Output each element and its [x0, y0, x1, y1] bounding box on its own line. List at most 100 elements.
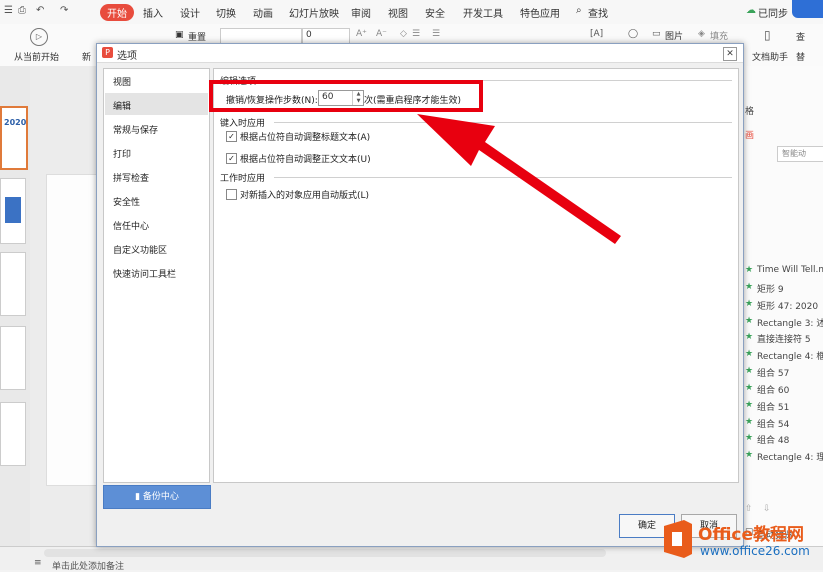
doc-assistant-icon: ▯	[764, 28, 771, 42]
font-grow-icon[interactable]: A⁺	[356, 29, 367, 39]
pane-heading-animation: 画	[745, 131, 755, 141]
tab-insert[interactable]: 插入	[143, 5, 163, 20]
play-from-current-button[interactable]: 从当前开始	[14, 50, 59, 63]
tab-view[interactable]: 视图	[388, 5, 408, 20]
tab-design[interactable]: 设计	[180, 5, 200, 20]
auto-fit-body-checkbox[interactable]: ✓	[226, 153, 237, 164]
picture-button[interactable]: 图片	[665, 29, 683, 42]
animation-star-icon: ★	[745, 366, 754, 376]
tab-animation[interactable]: 动画	[253, 5, 273, 20]
animation-list-item[interactable]: 组合 57	[757, 366, 789, 379]
move-down-icon[interactable]: ⇩	[763, 504, 771, 514]
slide-thumb-year: 2020	[4, 118, 27, 127]
font-size-box[interactable]: 0	[302, 28, 350, 44]
nav-item-view[interactable]: 视图	[113, 75, 131, 88]
cloud-sync-icon: ☁	[746, 5, 756, 16]
slide-thumb-shape	[5, 197, 21, 223]
auto-layout-label: 对新插入的对象应用自动版式(L)	[240, 191, 370, 201]
search-label[interactable]: 查找	[588, 5, 608, 20]
wps-presentation-icon: P	[102, 47, 113, 58]
animation-list-item[interactable]: 组合 54	[757, 417, 789, 430]
nav-item-security[interactable]: 安全性	[113, 195, 140, 208]
slide-thumbnail-panel: 2020	[0, 66, 31, 546]
pane-heading-format: 格	[745, 107, 755, 117]
tab-security[interactable]: 安全	[425, 5, 445, 20]
animation-list-item[interactable]: 组合 51	[757, 400, 789, 413]
animation-list-item[interactable]: 矩形 47: 2020	[757, 299, 818, 312]
picture-icon: ▭	[652, 29, 661, 39]
notes-placeholder[interactable]: 单击此处添加备注	[52, 559, 124, 572]
dialog-title-bar[interactable]: P 选项 ✕	[97, 44, 743, 63]
nav-item-customize-ribbon[interactable]: 自定义功能区	[113, 243, 167, 256]
replace-button[interactable]: 替	[796, 50, 805, 63]
animation-star-icon: ★	[745, 349, 754, 359]
notes-icon: ≡	[34, 558, 42, 568]
animation-list-item[interactable]: 矩形 9	[757, 282, 784, 295]
animation-list-item[interactable]: Time Will Tell.m	[757, 265, 823, 275]
text-box-icon[interactable]: [A]	[590, 29, 603, 39]
slide-thumbnail[interactable]	[0, 178, 26, 244]
smart-animation-label: 智能动	[782, 149, 806, 158]
nav-item-print[interactable]: 打印	[113, 147, 131, 160]
cloud-badge-icon[interactable]	[792, 0, 823, 18]
new-slide-button[interactable]: 新	[82, 50, 91, 63]
options-nav: 视图 编辑 常规与保存 打印 拼写检查 安全性 信任中心 自定义功能区 快速访问…	[103, 68, 210, 483]
animation-list-item[interactable]: 组合 48	[757, 433, 789, 446]
tab-home[interactable]: 开始	[100, 4, 134, 21]
animation-list-item[interactable]: 直接连接符 5	[757, 332, 811, 345]
animation-star-icon: ★	[745, 265, 754, 275]
auto-layout-checkbox[interactable]	[226, 189, 237, 200]
tab-features[interactable]: 特色应用	[520, 5, 560, 20]
nav-item-edit[interactable]: 编辑	[113, 99, 131, 112]
sync-status[interactable]: 已同步	[758, 5, 788, 20]
slide-thumbnail[interactable]: 2020	[0, 106, 28, 170]
nav-item-general-save[interactable]: 常规与保存	[113, 123, 158, 136]
bullet-list-icon[interactable]: ☰	[412, 29, 420, 39]
slide-thumbnail[interactable]	[0, 252, 26, 316]
animation-star-icon: ★	[745, 299, 754, 309]
app-menu-icon[interactable]: ☰	[4, 5, 13, 16]
tab-review[interactable]: 审阅	[351, 5, 371, 20]
tab-developer[interactable]: 开发工具	[463, 5, 503, 20]
smart-animation-button[interactable]: 智能动	[777, 146, 823, 162]
doc-assistant-button[interactable]: 文档助手	[752, 50, 788, 63]
redo-icon[interactable]: ↷	[60, 5, 68, 16]
backup-center-button[interactable]: ▮ 备份中心	[103, 485, 211, 509]
numbered-list-icon[interactable]: ☰	[432, 29, 440, 39]
search-icon[interactable]: ⌕	[576, 5, 582, 16]
animation-star-icon: ★	[745, 282, 754, 292]
animation-star-icon: ★	[745, 383, 754, 393]
slide-thumbnail[interactable]	[0, 402, 26, 466]
animation-list-item[interactable]: Rectangle 3: 述	[757, 316, 823, 329]
fill-icon: ◈	[698, 29, 705, 39]
horizontal-scrollbar[interactable]	[44, 549, 606, 557]
close-icon[interactable]: ✕	[723, 47, 737, 61]
fill-button[interactable]: 填充	[710, 29, 728, 42]
tab-slideshow[interactable]: 幻灯片放映	[289, 5, 339, 20]
backup-center-label: 备份中心	[142, 492, 179, 502]
options-dialog: P 选项 ✕ 视图 编辑 常规与保存 打印 拼写检查 安全性 信任中心 自定义功…	[96, 43, 744, 547]
animation-list-item[interactable]: 组合 60	[757, 383, 789, 396]
nav-item-spellcheck[interactable]: 拼写检查	[113, 171, 149, 184]
clear-format-icon[interactable]: ◇	[400, 29, 407, 39]
print-preview-icon[interactable]: ⎙	[18, 5, 26, 16]
font-name-box[interactable]	[220, 28, 302, 44]
animation-star-icon: ★	[745, 400, 754, 410]
find-button[interactable]: 查	[796, 30, 805, 43]
font-shrink-icon[interactable]: A⁻	[376, 29, 387, 39]
tab-transition[interactable]: 切换	[216, 5, 236, 20]
animation-list-item[interactable]: Rectangle 4: 理	[757, 450, 823, 463]
move-up-icon[interactable]: ⇧	[745, 504, 753, 514]
slide-thumbnail[interactable]	[0, 326, 26, 390]
font-size-value: 0	[306, 30, 312, 40]
shape-icon[interactable]: ◯	[628, 29, 638, 39]
undo-icon[interactable]: ↶	[36, 5, 44, 16]
nav-item-trust-center[interactable]: 信任中心	[113, 219, 149, 232]
watermark-brand: Office教程网	[698, 525, 805, 545]
ribbon-tab-bar: ☰ ⎙ ↶ ↷ 开始 插入 设计 切换 动画 幻灯片放映 审阅 视图 安全 开发…	[0, 0, 823, 24]
auto-fit-title-checkbox[interactable]: ✓	[226, 131, 237, 142]
group-typing: 键入时应用	[220, 119, 266, 129]
animation-list-item[interactable]: Rectangle 4: 框	[757, 349, 823, 362]
reset-button[interactable]: 重置	[188, 30, 206, 43]
nav-item-quick-access[interactable]: 快速访问工具栏	[113, 267, 176, 280]
